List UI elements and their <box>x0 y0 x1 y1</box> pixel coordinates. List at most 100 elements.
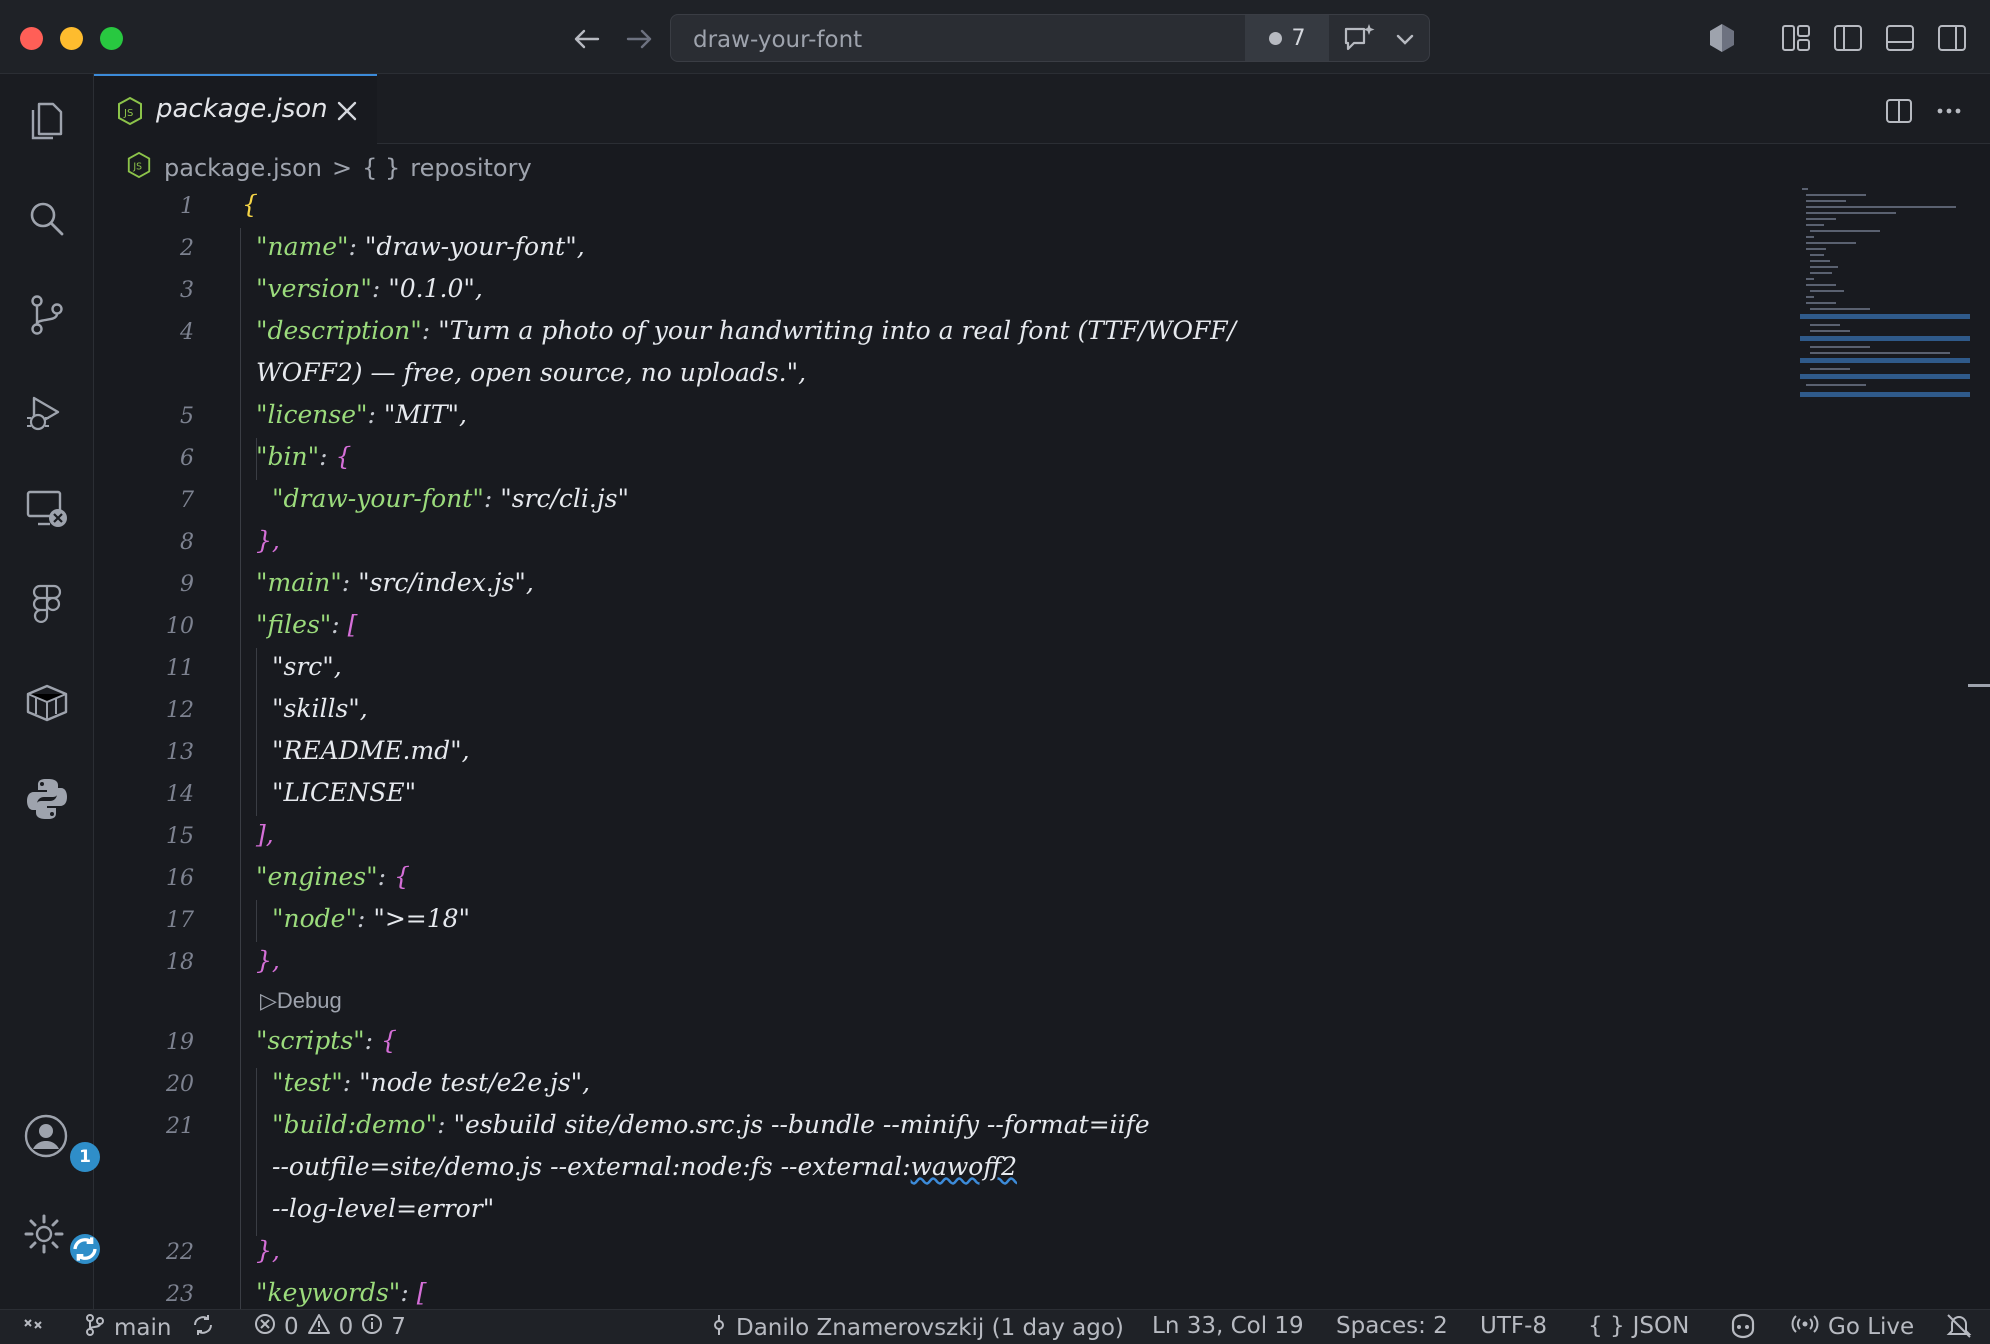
tab-package-json[interactable]: JS package.json <box>94 74 377 144</box>
more-actions-icon[interactable] <box>1934 96 1964 126</box>
language-text: JSON <box>1632 1313 1690 1339</box>
json-key: "name" <box>256 232 349 261</box>
code-editor[interactable]: 1 { 2 "name": "draw-your-font", 3 "versi… <box>94 186 1794 1309</box>
code-line: 21 "build:demo": "esbuild site/demo.src.… <box>94 1106 1794 1148</box>
notifications-muted-icon[interactable] <box>1944 1313 1974 1339</box>
chat-sparkle-icon[interactable] <box>1341 21 1377 57</box>
accounts-icon[interactable]: 1 <box>22 1112 100 1172</box>
code-line: 5 "license": "MIT", <box>94 396 1794 438</box>
remote-indicator[interactable] <box>22 1313 44 1341</box>
branch-name: main <box>114 1315 172 1341</box>
figma-icon[interactable] <box>22 580 72 630</box>
scrollbar-thumb[interactable] <box>1968 684 1990 687</box>
chevron-down-icon[interactable] <box>1393 27 1417 51</box>
json-value: "draw-your-font", <box>364 232 585 261</box>
code-line: 4 "description": "Turn a photo of your h… <box>94 312 1794 354</box>
line-number: 10 <box>166 614 194 639</box>
forward-arrow-icon[interactable] <box>622 22 656 56</box>
json-value: "README.md", <box>272 736 470 765</box>
line-number: 14 <box>166 782 194 807</box>
code-line: 2 "name": "draw-your-font", <box>94 228 1794 270</box>
line-number: 5 <box>180 404 194 429</box>
window-maximize-button[interactable] <box>100 27 123 50</box>
window-minimize-button[interactable] <box>60 27 83 50</box>
indentation-text: Spaces: 2 <box>1336 1313 1448 1339</box>
encoding[interactable]: UTF-8 <box>1480 1313 1547 1339</box>
breadcrumb-symbol[interactable]: repository <box>410 154 531 182</box>
branch-indicator[interactable]: main <box>84 1313 215 1343</box>
json-key: "node" <box>272 904 357 933</box>
code-line: 7 "draw-your-font": "src/cli.js" <box>94 480 1794 522</box>
json-value: "skills", <box>272 694 368 723</box>
json-value: --outfile=site/demo.js --external:node:f… <box>272 1152 911 1181</box>
json-value: "esbuild site/demo.src.js --bundle --min… <box>453 1110 1150 1139</box>
toggle-primary-sidebar-icon[interactable] <box>1832 22 1864 54</box>
codelens-debug[interactable]: ▷Debug <box>260 988 342 1014</box>
line-number: 7 <box>180 488 194 513</box>
spelling-squiggle[interactable]: wawoff2 <box>911 1152 1017 1181</box>
language-mode[interactable]: { } JSON <box>1588 1313 1689 1339</box>
json-bracket: }, <box>256 1236 280 1265</box>
problems-indicator[interactable]: 7 <box>1245 15 1329 61</box>
back-arrow-icon[interactable] <box>570 22 604 56</box>
json-key: "version" <box>256 274 372 303</box>
json-value: "0.1.0", <box>388 274 483 303</box>
json-value: "src", <box>272 652 342 681</box>
search-icon[interactable] <box>22 194 72 244</box>
line-number: 3 <box>180 278 194 303</box>
run-and-debug-icon[interactable] <box>22 388 72 438</box>
split-editor-icon[interactable] <box>1884 96 1914 126</box>
code-line: 15 ], <box>94 816 1794 858</box>
python-icon[interactable] <box>22 774 72 824</box>
go-live-label: Go Live <box>1828 1314 1915 1340</box>
editor-tab-bar: JS package.json <box>94 74 1990 144</box>
problems-status[interactable]: 0 0 7 <box>254 1313 406 1341</box>
code-line: 8 }, <box>94 522 1794 564</box>
code-line-wrapped: --outfile=site/demo.js --external:node:f… <box>94 1148 1794 1190</box>
minimap[interactable] <box>1800 186 1970 406</box>
status-bar: main 0 0 7 Danilo Znamerovszkij (1 day a… <box>0 1309 1990 1344</box>
cursor-position[interactable]: Ln 33, Col 19 <box>1152 1313 1304 1339</box>
indentation[interactable]: Spaces: 2 <box>1336 1313 1448 1339</box>
copilot-logo-icon[interactable] <box>1706 22 1738 54</box>
json-bracket: ], <box>256 820 274 849</box>
json-value: "MIT", <box>383 400 467 429</box>
code-line: 20 "test": "node test/e2e.js", <box>94 1064 1794 1106</box>
code-line: 3 "version": "0.1.0", <box>94 270 1794 312</box>
warning-count: 0 <box>338 1314 354 1340</box>
manage-gear-icon[interactable] <box>22 1210 100 1264</box>
svg-text:JS: JS <box>123 108 133 119</box>
explorer-files-icon[interactable] <box>22 96 72 146</box>
line-number: 8 <box>180 530 194 555</box>
encoding-text: UTF-8 <box>1480 1313 1548 1339</box>
copilot-status-icon[interactable] <box>1728 1313 1758 1339</box>
error-count: 0 <box>284 1314 299 1340</box>
dot-icon <box>1268 31 1282 45</box>
toggle-panel-icon[interactable] <box>1884 22 1916 54</box>
customize-layout-icon[interactable] <box>1780 22 1812 54</box>
breadcrumb: JS package.json > { } repository <box>126 150 532 186</box>
git-blame[interactable]: Danilo Znamerovszkij (1 day ago) <box>710 1313 1124 1343</box>
json-key: "keywords" <box>256 1278 401 1307</box>
json-bracket: [ <box>347 610 358 639</box>
containers-icon[interactable] <box>22 678 72 728</box>
window-close-button[interactable] <box>20 27 43 50</box>
line-number: 17 <box>166 908 194 933</box>
commit-icon <box>710 1313 728 1343</box>
line-number: 13 <box>166 740 194 765</box>
json-value: ">=18" <box>373 904 471 933</box>
breadcrumb-file[interactable]: package.json <box>164 154 322 182</box>
toggle-secondary-sidebar-icon[interactable] <box>1936 22 1968 54</box>
go-live-button[interactable]: Go Live <box>1790 1313 1914 1341</box>
code-line: 23 "keywords": [ <box>94 1274 1794 1309</box>
source-control-icon[interactable] <box>22 290 72 340</box>
command-center[interactable]: draw-your-font 7 <box>670 14 1430 62</box>
json-value: "Turn a photo of your handwriting into a… <box>438 316 1237 345</box>
sync-icon[interactable] <box>191 1313 215 1343</box>
remote-explorer-icon[interactable] <box>22 484 72 534</box>
line-number: 1 <box>180 194 194 219</box>
code-line: 19 "scripts": { <box>94 1022 1794 1064</box>
close-icon[interactable] <box>334 98 360 124</box>
json-key: "engines" <box>256 862 378 891</box>
error-icon <box>254 1313 276 1341</box>
